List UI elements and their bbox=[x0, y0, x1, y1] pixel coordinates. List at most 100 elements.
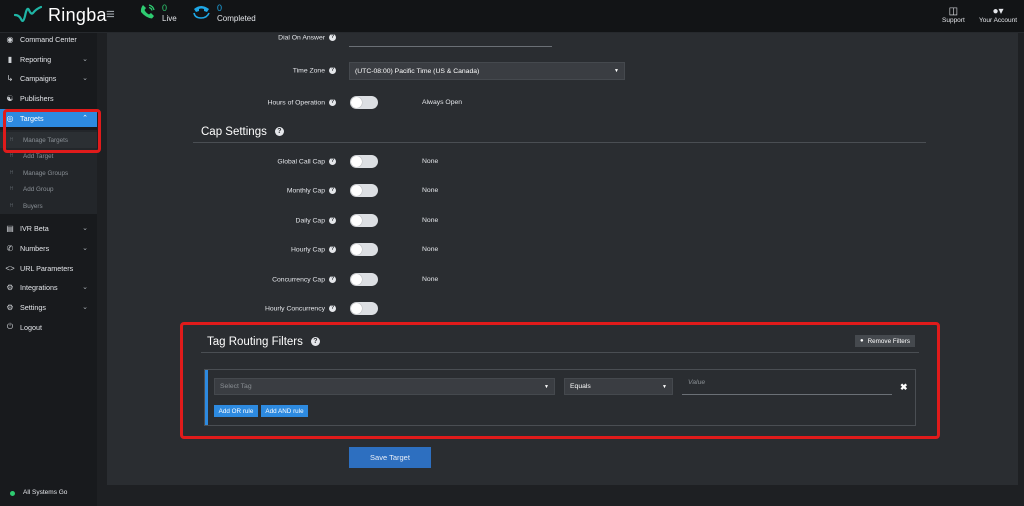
section-divider bbox=[193, 142, 926, 143]
global-call-cap-toggle[interactable] bbox=[350, 155, 378, 168]
cap-row-label: Global Call Cap? bbox=[277, 158, 336, 166]
help-icon[interactable]: ? bbox=[329, 99, 336, 106]
chevron-down-icon: ⌄ bbox=[82, 56, 88, 63]
sidebar-item-label: Publishers bbox=[20, 93, 54, 103]
concurrency-cap-toggle[interactable] bbox=[350, 273, 378, 286]
phone-completed-icon bbox=[193, 6, 210, 19]
sidebar-item-label: Campaigns bbox=[20, 73, 57, 83]
monthly-cap-value: None bbox=[422, 187, 439, 194]
sidebar-item-label: Integrations bbox=[20, 282, 58, 292]
dial-on-answer-input[interactable] bbox=[349, 34, 552, 47]
monthly-cap-toggle[interactable] bbox=[350, 184, 378, 197]
sitemap-icon: ▤ bbox=[6, 223, 14, 233]
chevron-down-icon: ⌄ bbox=[82, 225, 88, 232]
cap-row-label: Hourly Concurrency? bbox=[264, 305, 336, 313]
hourly-concurrency-toggle[interactable] bbox=[350, 302, 378, 315]
submenu-marker-icon: H bbox=[9, 170, 14, 176]
submenu-item-label: Add Target bbox=[23, 152, 54, 160]
account-menu[interactable]: ●▾ Your Account bbox=[979, 6, 1017, 24]
help-icon[interactable]: ? bbox=[274, 127, 284, 137]
live-count: 0 bbox=[162, 3, 168, 13]
chevron-down-icon: ⌄ bbox=[82, 284, 88, 291]
support-icon: ◫ bbox=[948, 6, 959, 17]
live-label: Live bbox=[162, 14, 177, 23]
sidebar-item-campaigns[interactable]: ↳ Campaigns ⌄ bbox=[0, 69, 97, 87]
support-label: Support bbox=[942, 17, 965, 24]
sidebar-item-label: URL Parameters bbox=[20, 263, 74, 273]
help-icon[interactable]: ? bbox=[329, 187, 336, 194]
sidebar-item-numbers[interactable]: ✆ Numbers ⌄ bbox=[0, 239, 97, 257]
sidebar-item-label: Settings bbox=[20, 302, 46, 312]
user-icon: ●▾ bbox=[992, 6, 1004, 17]
cap-settings-title: Cap Settings? bbox=[201, 126, 284, 138]
phone-icon: ✆ bbox=[6, 243, 14, 253]
system-status: All Systems Go bbox=[23, 489, 68, 496]
help-icon[interactable]: ? bbox=[329, 276, 336, 283]
help-icon[interactable]: ? bbox=[329, 305, 336, 312]
dial-on-answer-label: Dial On Answer? bbox=[278, 34, 336, 42]
chevron-down-icon: ⌄ bbox=[82, 304, 88, 311]
time-zone-select[interactable]: (UTC-08:00) Pacific Time (US & Canada) ▼ bbox=[349, 62, 625, 80]
gear-icon: ⚙ bbox=[6, 302, 14, 312]
completed-count: 0 bbox=[217, 3, 223, 13]
ringba-wave-icon bbox=[14, 5, 42, 23]
submenu-item-label: Buyers bbox=[23, 202, 43, 210]
app-name: Ringba bbox=[48, 4, 107, 25]
time-zone-label: Time Zone? bbox=[292, 67, 336, 75]
sidebar-item-label: IVR Beta bbox=[20, 223, 49, 233]
cap-row-label: Monthly Cap? bbox=[286, 187, 336, 195]
sidebar-item-publishers[interactable]: ☯ Publishers bbox=[0, 89, 97, 107]
live-calls-stat[interactable]: 0 Live bbox=[139, 3, 177, 24]
completed-label: Completed bbox=[217, 14, 256, 23]
tag-routing-highlight-box bbox=[180, 322, 940, 439]
sidebar-item-settings[interactable]: ⚙ Settings ⌄ bbox=[0, 298, 97, 316]
sidebar-item-integrations[interactable]: ⚙ Integrations ⌄ bbox=[0, 278, 97, 296]
sidebar-item-logout[interactable]: ⏻ Logout bbox=[0, 318, 97, 336]
daily-cap-value: None bbox=[422, 217, 439, 224]
caret-down-icon: ▼ bbox=[614, 68, 619, 74]
hours-of-operation-toggle[interactable] bbox=[350, 96, 378, 109]
submenu-item-add-group[interactable]: H Add Group bbox=[0, 181, 97, 197]
chevron-down-icon: ⌄ bbox=[82, 75, 88, 82]
sidebar-item-ivr[interactable]: ▤ IVR Beta ⌄ bbox=[0, 219, 97, 237]
users-icon: ☯ bbox=[6, 93, 14, 103]
sidebar-item-label: Logout bbox=[20, 322, 42, 332]
dashboard-icon: ◉ bbox=[6, 34, 14, 44]
submenu-marker-icon: H bbox=[9, 186, 14, 192]
concurrency-cap-value: None bbox=[422, 276, 439, 283]
global-call-cap-value: None bbox=[422, 158, 439, 165]
submenu-marker-icon: H bbox=[9, 153, 14, 159]
submenu-item-manage-groups[interactable]: H Manage Groups bbox=[0, 165, 97, 181]
submenu-item-label: Add Group bbox=[23, 185, 54, 193]
chart-icon: ▮ bbox=[7, 54, 13, 64]
hourly-cap-toggle[interactable] bbox=[350, 243, 378, 256]
power-icon: ⏻ bbox=[6, 322, 14, 331]
submenu-item-label: Manage Groups bbox=[23, 169, 69, 177]
help-icon[interactable]: ? bbox=[329, 67, 336, 74]
code-icon: <> bbox=[5, 263, 15, 273]
cap-row-label: Concurrency Cap? bbox=[272, 276, 336, 284]
targets-highlight-box bbox=[3, 109, 101, 153]
cap-row-label: Daily Cap? bbox=[295, 217, 336, 225]
gears-icon: ⚙ bbox=[6, 282, 14, 292]
sidebar-item-label: Reporting bbox=[20, 54, 52, 64]
help-icon[interactable]: ? bbox=[329, 217, 336, 224]
help-icon[interactable]: ? bbox=[329, 158, 336, 165]
campaigns-icon: ↳ bbox=[6, 73, 14, 83]
save-target-button[interactable]: Save Target bbox=[349, 447, 431, 468]
menu-toggle-icon[interactable]: ≡ bbox=[106, 7, 115, 23]
submenu-marker-icon: H bbox=[9, 203, 14, 209]
help-icon[interactable]: ? bbox=[329, 34, 336, 41]
sidebar-item-label: Command Center bbox=[20, 34, 77, 44]
hourly-cap-value: None bbox=[422, 246, 439, 253]
support-link[interactable]: ◫ Support bbox=[942, 6, 965, 24]
ringba-logo[interactable]: Ringba bbox=[14, 4, 107, 26]
help-icon[interactable]: ? bbox=[329, 246, 336, 253]
sidebar-item-url-parameters[interactable]: <> URL Parameters bbox=[0, 259, 97, 277]
daily-cap-toggle[interactable] bbox=[350, 214, 378, 227]
hours-of-operation-value: Always Open bbox=[422, 99, 463, 106]
sidebar-item-reporting[interactable]: ▮ Reporting ⌄ bbox=[0, 50, 97, 68]
completed-calls-stat[interactable]: 0 Completed bbox=[192, 3, 256, 24]
sidebar-item-command-center[interactable]: ◉ Command Center bbox=[0, 30, 97, 48]
submenu-item-buyers[interactable]: H Buyers bbox=[0, 198, 97, 214]
